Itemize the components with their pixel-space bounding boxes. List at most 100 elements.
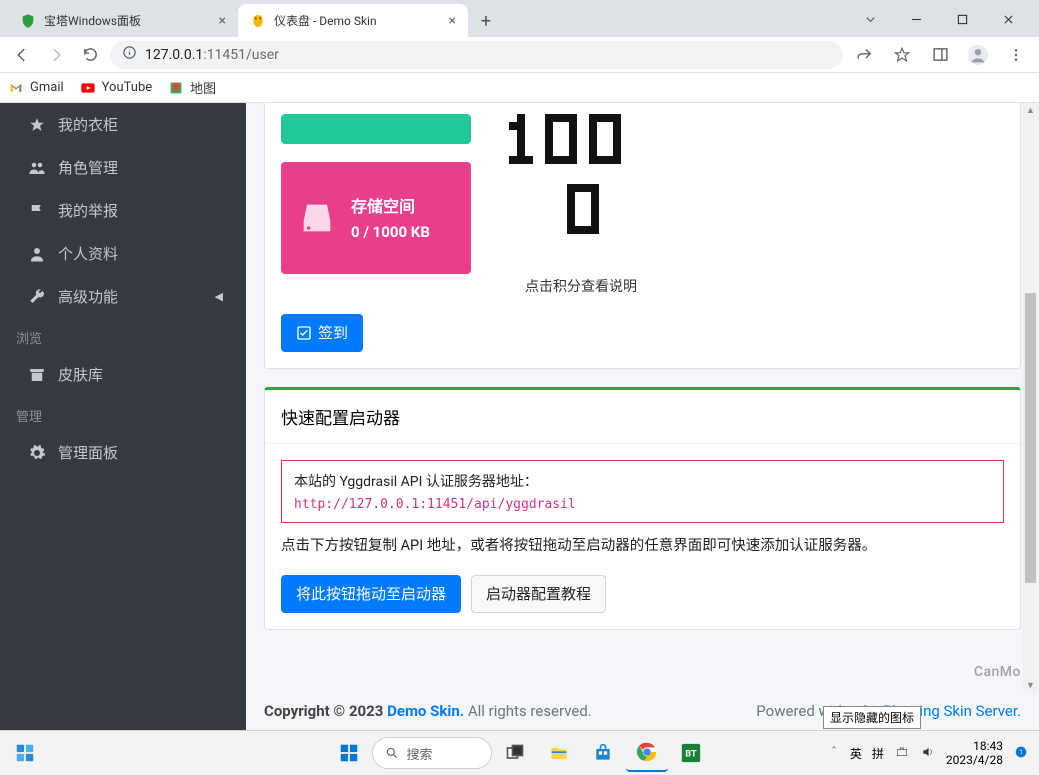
users-icon bbox=[28, 159, 46, 177]
sidebar-item-label: 我的衣柜 bbox=[58, 114, 118, 135]
hdd-icon bbox=[297, 198, 337, 238]
windows-taskbar: 搜索 BT 显示隐藏的图标 ＾ 英 拼 18:43 2023/4/28 1 bbox=[0, 730, 1039, 775]
sidebar-item-profile[interactable]: 个人资料 bbox=[7, 233, 239, 274]
drag-to-launcher-button[interactable]: 将此按钮拖动至启动器 bbox=[281, 575, 461, 613]
sidebar-item-admin[interactable]: 管理面板 bbox=[7, 432, 239, 473]
start-button[interactable] bbox=[328, 734, 370, 772]
tab-title: 宝塔Windows面板 bbox=[44, 12, 141, 29]
widgets-button[interactable] bbox=[4, 734, 46, 772]
bookmark-label: YouTube bbox=[102, 80, 153, 95]
shield-icon bbox=[20, 13, 36, 29]
sidebar-item-closet[interactable]: 我的衣柜 bbox=[7, 104, 239, 145]
share-icon[interactable] bbox=[849, 41, 879, 69]
menu-dots-icon[interactable] bbox=[1001, 41, 1031, 69]
tray-tooltip: 显示隐藏的图标 bbox=[823, 706, 921, 729]
infobox-storage[interactable]: 存储空间 0 / 1000 KB bbox=[281, 162, 471, 274]
bookmark-gmail[interactable]: Gmail bbox=[8, 80, 64, 96]
store-button[interactable] bbox=[582, 734, 624, 772]
taskbar-clock[interactable]: 18:43 2023/4/28 bbox=[946, 739, 1003, 768]
window-minimize-button[interactable] bbox=[893, 5, 939, 33]
footer-site-link[interactable]: Demo Skin. bbox=[387, 702, 464, 720]
maps-icon bbox=[168, 80, 184, 96]
chrome-button[interactable] bbox=[626, 734, 668, 772]
checkbox-icon bbox=[296, 325, 312, 341]
sidebar-item-label: 皮肤库 bbox=[58, 364, 103, 385]
favicon-icon bbox=[250, 13, 266, 29]
sidebar-item-label: 管理面板 bbox=[58, 442, 118, 463]
sidebar-item-label: 高级功能 bbox=[58, 286, 118, 307]
browser-tab-active[interactable]: 仪表盘 - Demo Skin × bbox=[238, 4, 468, 37]
ime-mode[interactable]: 拼 bbox=[872, 745, 884, 762]
bt-panel-button[interactable]: BT bbox=[670, 734, 712, 772]
launcher-card-header: 快速配置启动器 bbox=[265, 390, 1020, 444]
sidebar-item-label: 我的举报 bbox=[58, 200, 118, 221]
bookmark-youtube[interactable]: YouTube bbox=[80, 80, 153, 96]
sidebar-item-skinlib[interactable]: 皮肤库 bbox=[7, 354, 239, 395]
bookmark-label: 地图 bbox=[190, 78, 216, 97]
sidebar-item-advanced[interactable]: 高级功能 ◀ bbox=[7, 276, 239, 317]
forward-button[interactable] bbox=[42, 41, 70, 69]
address-bar[interactable]: 127.0.0.1:11451/user bbox=[110, 41, 843, 69]
vertical-scrollbar[interactable]: ▲ ▼ bbox=[1023, 103, 1038, 693]
launcher-tutorial-button[interactable]: 启动器配置教程 bbox=[471, 575, 606, 613]
chevron-left-icon: ◀ bbox=[215, 290, 223, 303]
reload-button[interactable] bbox=[76, 41, 104, 69]
sidebar-item-roles[interactable]: 角色管理 bbox=[7, 147, 239, 188]
gear-icon bbox=[28, 444, 46, 462]
browser-toolbar: 127.0.0.1:11451/user bbox=[0, 37, 1039, 73]
ime-lang[interactable]: 英 bbox=[850, 745, 862, 762]
score-hint: 点击积分查看说明 bbox=[501, 276, 661, 296]
scrollbar-thumb[interactable] bbox=[1025, 293, 1036, 583]
svg-text:BT: BT bbox=[685, 750, 697, 760]
infobox-green-peek bbox=[281, 114, 471, 144]
search-icon bbox=[385, 746, 399, 760]
sidebar: 我的衣柜 角色管理 我的举报 个人资料 高级功能 ◀ 浏览 皮肤库 管理 管理面… bbox=[0, 103, 246, 730]
new-tab-button[interactable]: + bbox=[472, 7, 500, 35]
watermark: CanMo bbox=[974, 664, 1021, 680]
tray-chevron-icon[interactable]: ＾ bbox=[828, 745, 840, 762]
side-panel-icon[interactable] bbox=[925, 41, 955, 69]
infobox-value: 0 / 1000 KB bbox=[351, 223, 430, 243]
bookmark-maps[interactable]: 地图 bbox=[168, 78, 216, 97]
bookmark-label: Gmail bbox=[30, 80, 64, 95]
window-controls bbox=[847, 5, 1031, 33]
tab-title: 仪表盘 - Demo Skin bbox=[274, 12, 377, 29]
gmail-icon bbox=[8, 80, 24, 96]
browser-tab-strip: 宝塔Windows面板 × 仪表盘 - Demo Skin × + bbox=[0, 0, 1039, 37]
sidebar-section-manage: 管理 bbox=[0, 396, 246, 431]
user-icon bbox=[28, 245, 46, 263]
archive-icon bbox=[28, 366, 46, 384]
url-host: 127.0.0.1 bbox=[145, 47, 203, 63]
taskbar-search[interactable]: 搜索 bbox=[372, 737, 492, 769]
star-icon bbox=[28, 116, 46, 134]
main-content: 存储空间 0 / 1000 KB bbox=[246, 103, 1039, 730]
sidebar-section-browse: 浏览 bbox=[0, 318, 246, 353]
volume-icon[interactable] bbox=[920, 745, 936, 762]
flag-icon bbox=[28, 202, 46, 220]
sidebar-item-reports[interactable]: 我的举报 bbox=[7, 190, 239, 231]
api-url-value[interactable]: http://127.0.0.1:11451/api/yggdrasil bbox=[294, 497, 991, 512]
svg-text:1: 1 bbox=[1019, 749, 1022, 756]
close-icon[interactable]: × bbox=[449, 13, 456, 29]
chevron-down-icon[interactable] bbox=[847, 5, 893, 33]
profile-avatar[interactable] bbox=[963, 41, 993, 69]
close-icon[interactable]: × bbox=[219, 13, 226, 29]
window-maximize-button[interactable] bbox=[939, 5, 985, 33]
task-view-button[interactable] bbox=[494, 734, 536, 772]
checkin-button[interactable]: 签到 bbox=[281, 314, 363, 352]
window-close-button[interactable] bbox=[985, 5, 1031, 33]
scroll-up-arrow[interactable]: ▲ bbox=[1023, 103, 1038, 118]
back-button[interactable] bbox=[8, 41, 36, 69]
bookmark-star-icon[interactable] bbox=[887, 41, 917, 69]
launcher-help-text: 点击下方按钮复制 API 地址，或者将按钮拖动至启动器的任意界面即可快速添加认证… bbox=[281, 533, 1004, 559]
score-number[interactable] bbox=[501, 114, 661, 248]
youtube-icon bbox=[80, 80, 96, 96]
sidebar-item-label: 个人资料 bbox=[58, 243, 118, 264]
scroll-down-arrow[interactable]: ▼ bbox=[1023, 678, 1038, 693]
browser-tab-inactive[interactable]: 宝塔Windows面板 × bbox=[8, 4, 238, 37]
notifications-icon[interactable]: 1 bbox=[1013, 744, 1029, 763]
network-icon[interactable] bbox=[894, 745, 910, 762]
infobox-title: 存储空间 bbox=[351, 193, 430, 217]
page-content: 我的衣柜 角色管理 我的举报 个人资料 高级功能 ◀ 浏览 皮肤库 管理 管理面… bbox=[0, 103, 1039, 730]
explorer-button[interactable] bbox=[538, 734, 580, 772]
